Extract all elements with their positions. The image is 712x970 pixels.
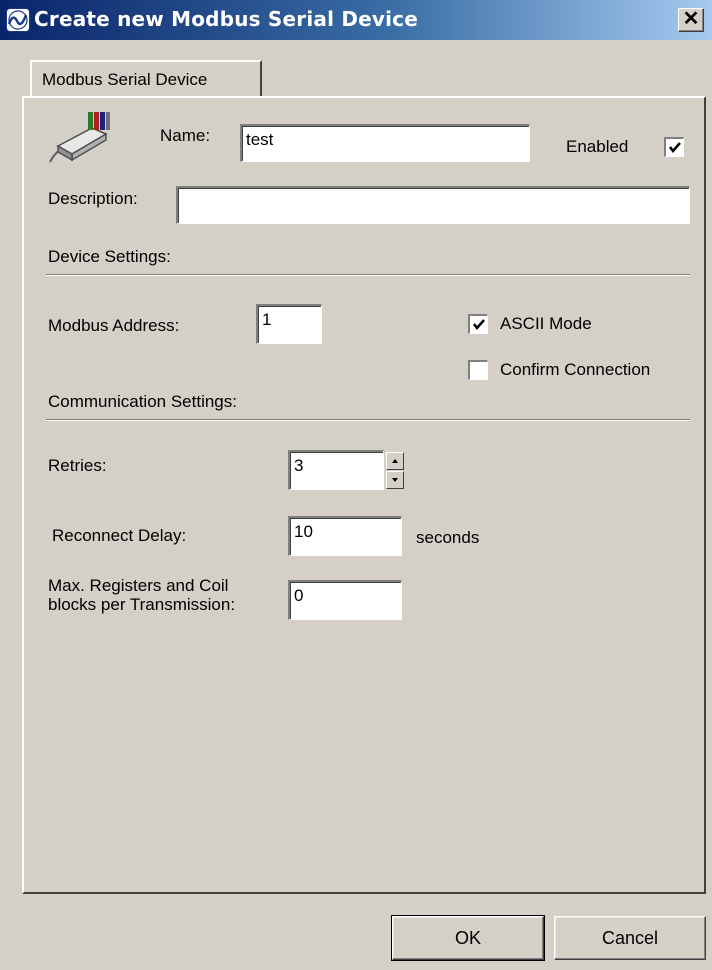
ok-button[interactable]: OK — [391, 915, 545, 961]
confirm-connection-checkbox[interactable] — [468, 360, 488, 380]
name-label: Name: — [160, 126, 211, 145]
close-icon: ✕ — [682, 8, 700, 30]
seconds-unit: seconds — [416, 528, 480, 547]
description-label: Description: — [48, 189, 138, 208]
window-title: Create new Modbus Serial Device — [34, 7, 418, 31]
ascii-mode-label: ASCII Mode — [500, 314, 592, 333]
checkmark-icon — [669, 142, 681, 153]
max-registers-label-line1: Max. Registers and Coil — [48, 576, 229, 595]
title-bar[interactable]: Create new Modbus Serial Device ✕ — [0, 0, 712, 40]
tab-modbus-serial-device[interactable]: Modbus Serial Device — [30, 60, 262, 98]
reconnect-delay-label: Reconnect Delay: — [52, 526, 187, 545]
retries-label: Retries: — [48, 456, 107, 475]
cancel-button[interactable]: Cancel — [554, 916, 706, 960]
checkmark-icon — [473, 319, 485, 330]
separator — [46, 419, 690, 421]
serial-cable-icon — [44, 110, 114, 168]
max-registers-label-line2: blocks per Transmission: — [48, 595, 236, 614]
confirm-connection-label: Confirm Connection — [500, 360, 651, 379]
modbus-address-field[interactable]: 1 — [256, 304, 322, 344]
close-button[interactable]: ✕ — [678, 8, 704, 32]
name-field[interactable]: test — [240, 124, 530, 162]
max-registers-field[interactable]: 0 — [288, 580, 402, 620]
separator — [46, 274, 690, 276]
ascii-mode-checkbox[interactable] — [468, 314, 488, 334]
retries-field[interactable]: 3 — [288, 450, 384, 490]
modbus-logo-icon[interactable] — [6, 8, 30, 32]
max-registers-label: Max. Registers and Coil blocks per Trans… — [48, 576, 235, 614]
enabled-checkbox[interactable] — [664, 137, 684, 157]
device-settings-heading: Device Settings: — [48, 247, 171, 266]
arrow-down-icon — [392, 478, 398, 482]
communication-settings-heading: Communication Settings: — [48, 392, 237, 411]
tab-label: Modbus Serial Device — [42, 70, 208, 89]
retries-spin-up[interactable] — [386, 452, 404, 470]
retries-spin-down[interactable] — [386, 471, 404, 489]
description-field[interactable] — [176, 186, 690, 224]
reconnect-delay-field[interactable]: 10 — [288, 516, 402, 556]
modbus-address-label: Modbus Address: — [48, 316, 180, 335]
enabled-label: Enabled — [566, 137, 629, 156]
arrow-up-icon — [392, 459, 398, 463]
